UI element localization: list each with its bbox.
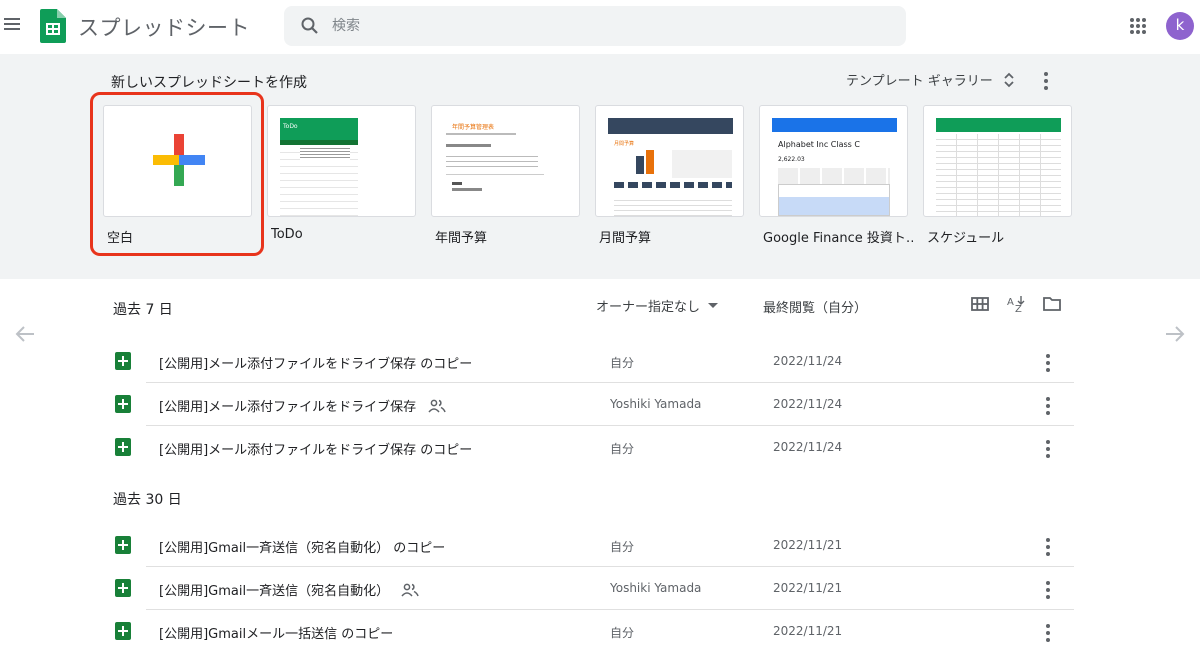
sheets-file-icon [115,622,131,640]
template-label[interactable]: 年間予算 [435,227,585,246]
sheets-file-icon [115,536,131,554]
more-vert-icon[interactable] [1042,536,1054,556]
template-finance[interactable]: Alphabet Inc Class C 2,622.03 [759,105,908,217]
file-row[interactable]: [公開用]Gmail一斉送信（宛名自動化） Yoshiki Yamada 202… [108,567,1074,610]
template-label[interactable]: スケジュール [927,227,1077,246]
template-annual-budget[interactable]: 年間予算管理表 [431,105,580,217]
file-owner: 自分 [610,626,635,640]
unfold-icon [1004,72,1014,87]
thumb-heading: Alphabet Inc Class C [778,140,860,149]
gallery-title: 新しいスプレッドシートを作成 [111,75,307,91]
dropdown-arrow-icon [708,302,719,308]
search-input[interactable] [332,14,872,38]
file-owner: 自分 [610,356,635,370]
file-row[interactable]: [公開用]メール添付ファイルをドライブ保存 のコピー 自分 2022/11/24 [108,426,1074,469]
template-label[interactable]: 月間予算 [599,227,749,246]
sheets-logo-icon[interactable] [40,9,66,43]
section-title: 過去 7 日 [113,302,173,318]
more-vert-icon[interactable] [1042,579,1054,599]
file-name: [公開用]メール添付ファイルをドライブ保存 のコピー [159,357,473,372]
file-name: [公開用]Gmail一斉送信（宛名自動化） のコピー [159,541,446,556]
blank-template-highlight [90,92,264,256]
template-gallery-button[interactable]: テンプレート ギャラリー [846,70,1015,89]
search-bar[interactable] [284,6,906,46]
file-date: 2022/11/24 [773,354,843,368]
svg-text:Z: Z [1015,304,1022,314]
file-row[interactable]: [公開用]Gmailメール一括送信 のコピー 自分 2022/11/21 [108,610,1074,653]
more-vert-icon[interactable] [1042,438,1054,458]
arrow-right-icon[interactable] [1164,324,1186,344]
menu-icon[interactable] [4,15,22,35]
file-owner: 自分 [610,540,635,554]
sheets-file-icon [115,438,131,456]
file-date: 2022/11/21 [773,581,843,595]
file-row[interactable]: [公開用]メール添付ファイルをドライブ保存 Yoshiki Yamada 202… [108,383,1074,426]
file-owner: 自分 [610,442,635,456]
file-row[interactable]: [公開用]メール添付ファイルをドライブ保存 のコピー 自分 2022/11/24 [108,340,1074,383]
owner-filter-label: オーナー指定なし [596,300,701,315]
template-label[interactable]: ToDo [271,227,421,242]
apps-grid-icon[interactable] [1128,16,1148,36]
more-vert-icon[interactable] [1042,622,1054,642]
svg-text:A: A [1007,297,1014,308]
file-date: 2022/11/24 [773,397,843,411]
template-monthly-budget[interactable]: 月間予算 [595,105,744,217]
template-label[interactable]: Google Finance 投資ト… [763,227,913,246]
more-vert-icon[interactable] [1038,70,1054,90]
file-date: 2022/11/24 [773,440,843,454]
file-owner: Yoshiki Yamada [610,397,702,411]
file-row[interactable]: [公開用]Gmail一斉送信（宛名自動化） のコピー 自分 2022/11/21 [108,524,1074,567]
sheets-file-icon [115,395,131,413]
more-vert-icon[interactable] [1042,395,1054,415]
template-gallery-label: テンプレート ギャラリー [846,74,993,89]
more-vert-icon[interactable] [1042,352,1054,372]
folder-icon[interactable] [1042,294,1062,314]
people-icon [401,583,419,597]
template-todo[interactable]: ToDo [267,105,416,217]
file-name: [公開用]Gmailメール一括送信 のコピー [159,627,394,642]
thumb-heading: 年間予算管理表 [452,124,495,131]
file-name: [公開用]メール添付ファイルをドライブ保存 [159,400,417,415]
file-owner: Yoshiki Yamada [610,581,702,595]
sort-label[interactable]: 最終閲覧（自分） [763,297,867,316]
thumb-value: 2,622.03 [778,156,805,163]
search-icon[interactable] [300,16,320,36]
file-name: [公開用]メール添付ファイルをドライブ保存 のコピー [159,443,473,458]
avatar[interactable]: k [1166,12,1194,40]
file-name: [公開用]Gmail一斉送信（宛名自動化） [159,584,390,599]
thumb-heading: ToDo [283,123,298,130]
file-date: 2022/11/21 [773,538,843,552]
app-title[interactable]: スプレッドシート [78,12,250,42]
sort-az-icon[interactable]: AZ [1006,294,1026,314]
thumb-heading: 月間予算 [614,141,635,147]
top-bar: スプレッドシート k [0,0,1200,54]
file-date: 2022/11/21 [773,624,843,638]
owner-filter[interactable]: オーナー指定なし [596,296,719,315]
sheets-file-icon [115,352,131,370]
grid-view-icon[interactable] [970,294,990,314]
people-icon [428,399,446,413]
arrow-left-icon[interactable] [14,324,36,344]
sheets-file-icon [115,579,131,597]
section-title: 過去 30 日 [113,492,182,508]
template-schedule[interactable] [923,105,1072,217]
